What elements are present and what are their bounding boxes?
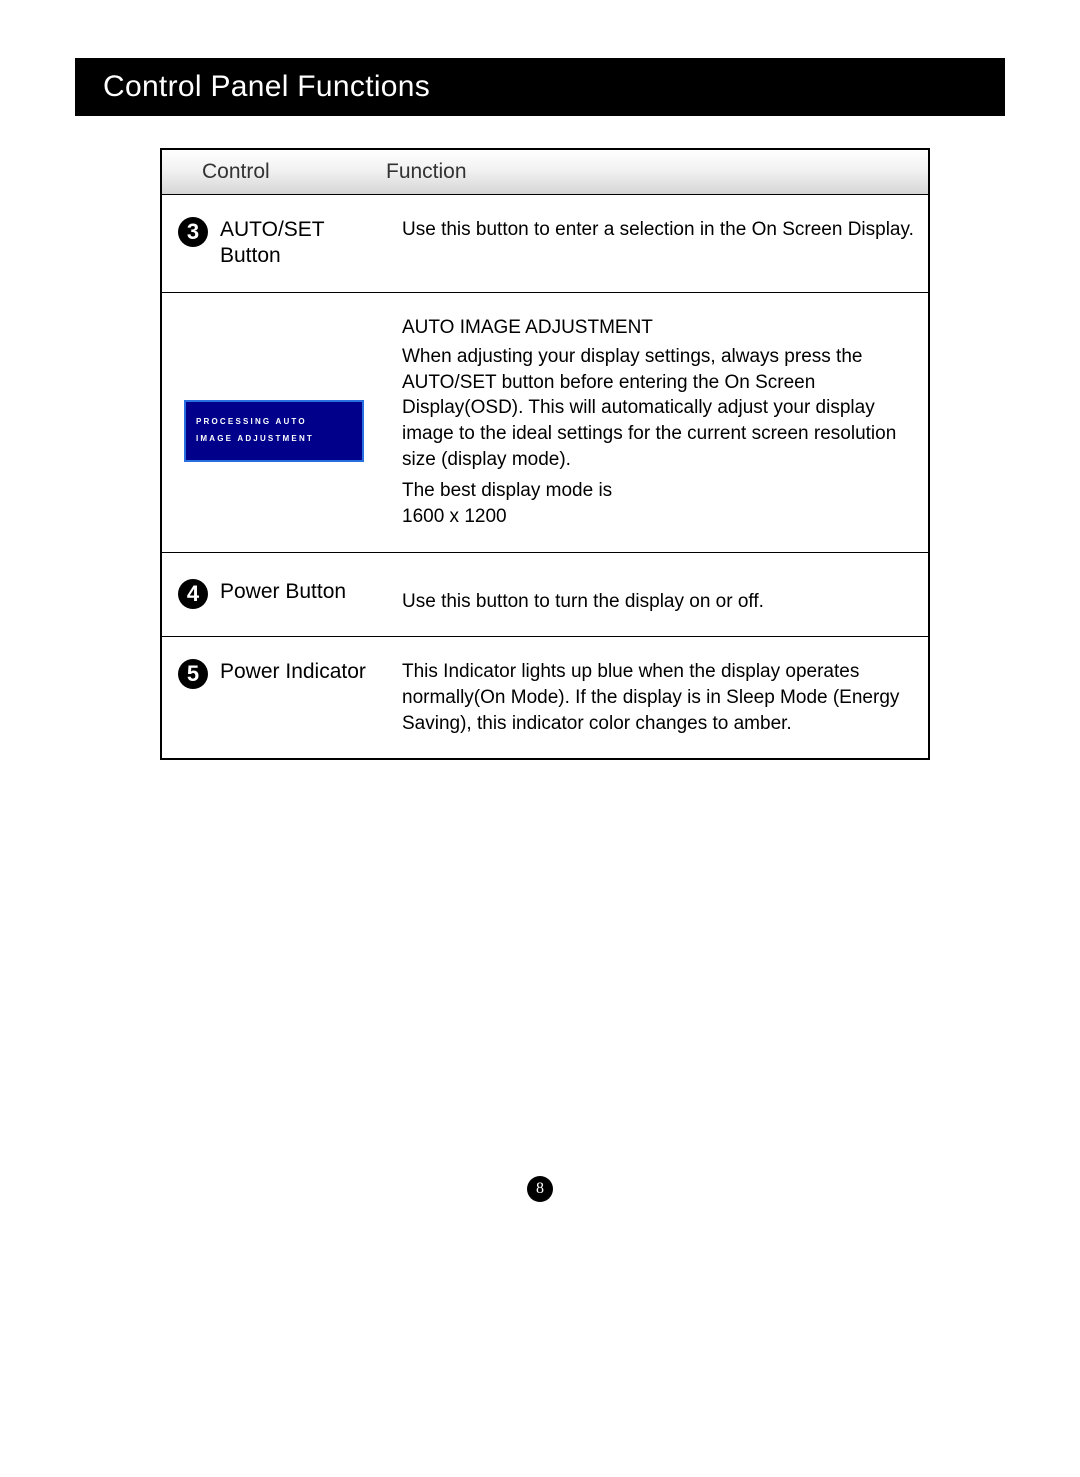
function-cell: AUTO IMAGE ADJUSTMENT When adjusting you… [386,292,929,552]
control-cell: 5 Power Indicator [161,637,386,759]
control-label-power-indicator: Power Indicator [220,659,366,685]
control-label-autoset: AUTO/SET Button [220,217,325,270]
page-number-badge: 8 [527,1176,553,1202]
function-text: This Indicator lights up blue when the d… [402,661,899,733]
osd-line1: PROCESSING AUTO [196,414,352,431]
col-header-control: Control [161,149,386,195]
function-best-mode-label: The best display mode is [402,480,612,501]
title-bar: Control Panel Functions [75,58,1005,116]
function-cell: This Indicator lights up blue when the d… [386,637,929,759]
number-3-icon: 3 [178,217,208,247]
osd-processing-box: PROCESSING AUTO IMAGE ADJUSTMENT [184,400,364,462]
table-header-row: Control Function [161,149,929,195]
table-row: 5 Power Indicator This Indicator lights … [161,637,929,759]
function-heading: AUTO IMAGE ADJUSTMENT [402,315,918,341]
number-5-icon: 5 [178,659,208,689]
control-cell-osd: PROCESSING AUTO IMAGE ADJUSTMENT [161,292,386,552]
function-best-mode-value: 1600 x 1200 [402,506,507,527]
control-table-wrap: Control Function 3 AUTO/SET Button [160,148,930,760]
control-label-line1: Power Button [220,579,346,605]
control-label-power-button: Power Button [220,579,346,605]
control-label-line1: Power Indicator [220,659,366,685]
control-function-table: Control Function 3 AUTO/SET Button [160,148,930,760]
control-label-line2: Button [220,243,325,269]
function-cell: Use this button to turn the display on o… [386,552,929,637]
col-header-function: Function [386,149,929,195]
function-text: Use this button to enter a selection in … [402,219,914,240]
osd-line2: IMAGE ADJUSTMENT [196,431,352,448]
number-4-icon: 4 [178,579,208,609]
function-body: When adjusting your display settings, al… [402,346,896,470]
table-row: 3 AUTO/SET Button Use this button to ent… [161,195,929,293]
page-number: 8 [536,1180,544,1198]
table-row: 4 Power Button Use this button to turn t… [161,552,929,637]
page-title: Control Panel Functions [103,70,430,104]
function-cell: Use this button to enter a selection in … [386,195,929,293]
control-cell: 4 Power Button [161,552,386,637]
page-root: Control Panel Functions Control Function… [0,0,1080,1477]
table-row: PROCESSING AUTO IMAGE ADJUSTMENT AUTO IM… [161,292,929,552]
control-label-line1: AUTO/SET [220,217,325,243]
function-text: Use this button to turn the display on o… [402,591,764,612]
control-cell: 3 AUTO/SET Button [161,195,386,293]
